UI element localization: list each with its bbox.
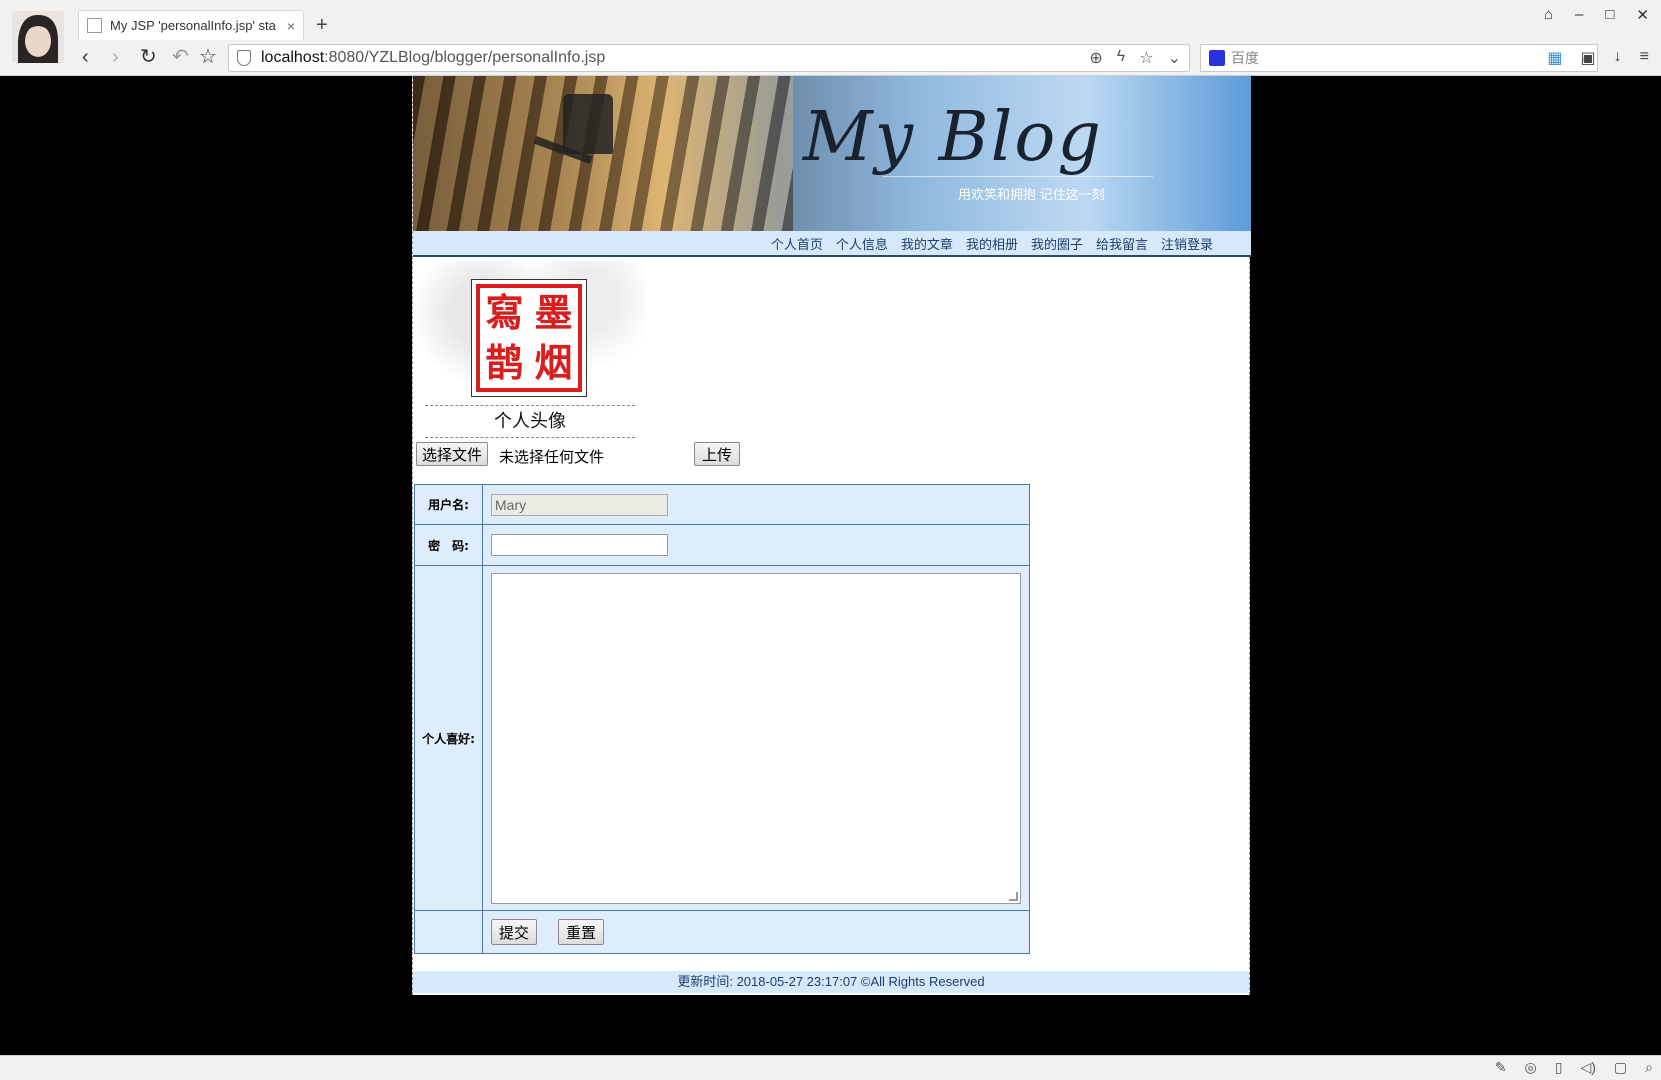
window-controls: ⌂ – □ ✕ — [1544, 6, 1649, 24]
profile-form: 用户名: Mary 密 码: 个人喜好: 提交 重置 — [414, 484, 1030, 954]
reset-button[interactable]: 重置 — [558, 919, 604, 945]
url-host: localhost — [261, 49, 325, 66]
menu-album[interactable]: 我的相册 — [966, 234, 1018, 253]
menu-articles[interactable]: 我的文章 — [901, 234, 953, 253]
username-label: 用户名: — [414, 484, 483, 525]
seal-char: 寫 — [485, 290, 524, 335]
red-seal: 寫 墨 鹊 烟 — [476, 284, 582, 392]
star-icon[interactable]: ☆ — [199, 46, 217, 68]
actions-label-cell — [414, 910, 483, 954]
maximize-icon[interactable]: □ — [1605, 6, 1614, 24]
upload-row: 选择文件 未选择任何文件 上传 — [413, 442, 1249, 474]
menu-message[interactable]: 给我留言 — [1096, 234, 1148, 253]
blog-banner: My Blog 用欢笑和拥抱 记住这一刻 — [413, 76, 1251, 231]
tab-active[interactable]: My JSP 'personalInfo.jsp' sta × — [78, 10, 304, 40]
hobby-label: 个人喜好: — [414, 565, 483, 911]
menu-home[interactable]: 个人首页 — [771, 234, 823, 253]
menu-circle[interactable]: 我的圈子 — [1031, 234, 1083, 253]
status-bar: ✎ ◎ ▯ ◁) ▢ ⌕ — [0, 1055, 1661, 1080]
avatar-image: 寫 墨 鹊 烟 — [471, 279, 587, 397]
tab-title: My JSP 'personalInfo.jsp' sta — [110, 18, 276, 33]
back-icon[interactable]: ‹ — [82, 46, 89, 68]
user-avatar[interactable] — [12, 11, 64, 63]
navigation-bar: ‹ › ↻ ↶ ☆ localhost :8080/YZLBlog/blogge… — [78, 40, 1661, 76]
browser-chrome: My JSP 'personalInfo.jsp' sta × + ⌂ – □ … — [0, 0, 1661, 76]
password-input[interactable] — [491, 534, 668, 556]
window-icon[interactable]: ▢ — [1614, 1059, 1627, 1076]
search-placeholder: 百度 — [1231, 50, 1259, 66]
main-menu: 个人首页 个人信息 我的文章 我的相册 我的圈子 给我留言 注销登录 — [413, 231, 1251, 257]
extension-icon[interactable]: ▣ — [1581, 48, 1596, 68]
tab-strip: My JSP 'personalInfo.jsp' sta × + — [78, 0, 1661, 40]
slogan-divider — [883, 176, 1153, 177]
status-icons: ✎ ◎ ▯ ◁) ▢ ⌕ — [1495, 1059, 1653, 1076]
new-tab-button[interactable]: + — [316, 14, 328, 37]
password-label: 密 码: — [414, 524, 483, 566]
avatar-caption: 个人头像 — [425, 405, 635, 438]
file-status: 未选择任何文件 — [499, 448, 605, 466]
close-window-icon[interactable]: ✕ — [1636, 6, 1649, 24]
volume-icon[interactable]: ◁) — [1580, 1059, 1595, 1076]
download-icon[interactable]: ↓ — [1614, 48, 1622, 68]
avatar-section: 寫 墨 鹊 烟 个人头像 — [413, 257, 645, 442]
page-footer: 更新时间: 2018-05-27 23:17:07 ©All Rights Re… — [413, 971, 1249, 993]
zoom-status-icon[interactable]: ⌕ — [1645, 1059, 1653, 1076]
minimize-icon[interactable]: – — [1575, 6, 1583, 24]
hobby-textarea[interactable] — [491, 572, 1021, 904]
shield-icon — [237, 50, 251, 66]
address-bar[interactable]: localhost :8080/YZLBlog/blogger/personal… — [228, 44, 1190, 72]
lamp-image — [563, 94, 613, 154]
toolbar-icons: ▦ ▣ ↓ ≡ — [1547, 48, 1649, 68]
undo-icon[interactable]: ↶ — [172, 46, 189, 68]
baidu-icon — [1209, 50, 1225, 66]
pin-icon[interactable]: ✎ — [1495, 1059, 1507, 1076]
speed-icon[interactable]: ◎ — [1525, 1059, 1537, 1076]
resize-grip-icon[interactable] — [1009, 891, 1018, 901]
favorite-icon[interactable]: ☆ — [1139, 48, 1153, 68]
actions-row: 提交 重置 — [414, 910, 1030, 954]
skin-icon[interactable]: ⌂ — [1544, 6, 1553, 24]
chevron-down-icon[interactable]: ⌄ — [1168, 48, 1181, 68]
password-row: 密 码: — [414, 524, 1030, 566]
blog-page: My Blog 用欢笑和拥抱 记住这一刻 个人首页 个人信息 我的文章 我的相册… — [412, 76, 1251, 995]
zoom-icon[interactable]: ⊕ — [1089, 48, 1102, 68]
upload-button[interactable]: 上传 — [694, 442, 740, 466]
username-row: 用户名: Mary — [414, 484, 1030, 525]
blog-logo: My Blog — [803, 98, 1103, 177]
seal-char: 鹊 — [485, 340, 524, 385]
lightning-icon[interactable]: ϟ — [1117, 48, 1125, 68]
tab-close-icon[interactable]: × — [287, 18, 295, 34]
menu-logout[interactable]: 注销登录 — [1161, 234, 1213, 253]
url-path: :8080/YZLBlog/blogger/personalInfo.jsp — [324, 49, 606, 66]
choose-file-button[interactable]: 选择文件 — [416, 442, 488, 466]
reload-icon[interactable]: ↻ — [140, 46, 157, 68]
seal-char: 烟 — [534, 340, 573, 385]
submit-button[interactable]: 提交 — [491, 919, 537, 945]
page-favicon-icon — [87, 18, 102, 33]
blog-slogan: 用欢笑和拥抱 记住这一刻 — [958, 187, 1105, 202]
seal-char: 墨 — [534, 290, 573, 335]
search-bar[interactable]: 百度 ⌕ — [1200, 44, 1598, 72]
username-input[interactable]: Mary — [491, 493, 668, 516]
menu-icon[interactable]: ≡ — [1640, 48, 1649, 68]
forward-icon[interactable]: › — [112, 46, 119, 68]
apps-icon[interactable]: ▦ — [1547, 48, 1562, 68]
trash-icon[interactable]: ▯ — [1555, 1059, 1563, 1076]
menu-personal-info[interactable]: 个人信息 — [836, 234, 888, 253]
hobby-row: 个人喜好: — [414, 565, 1030, 911]
